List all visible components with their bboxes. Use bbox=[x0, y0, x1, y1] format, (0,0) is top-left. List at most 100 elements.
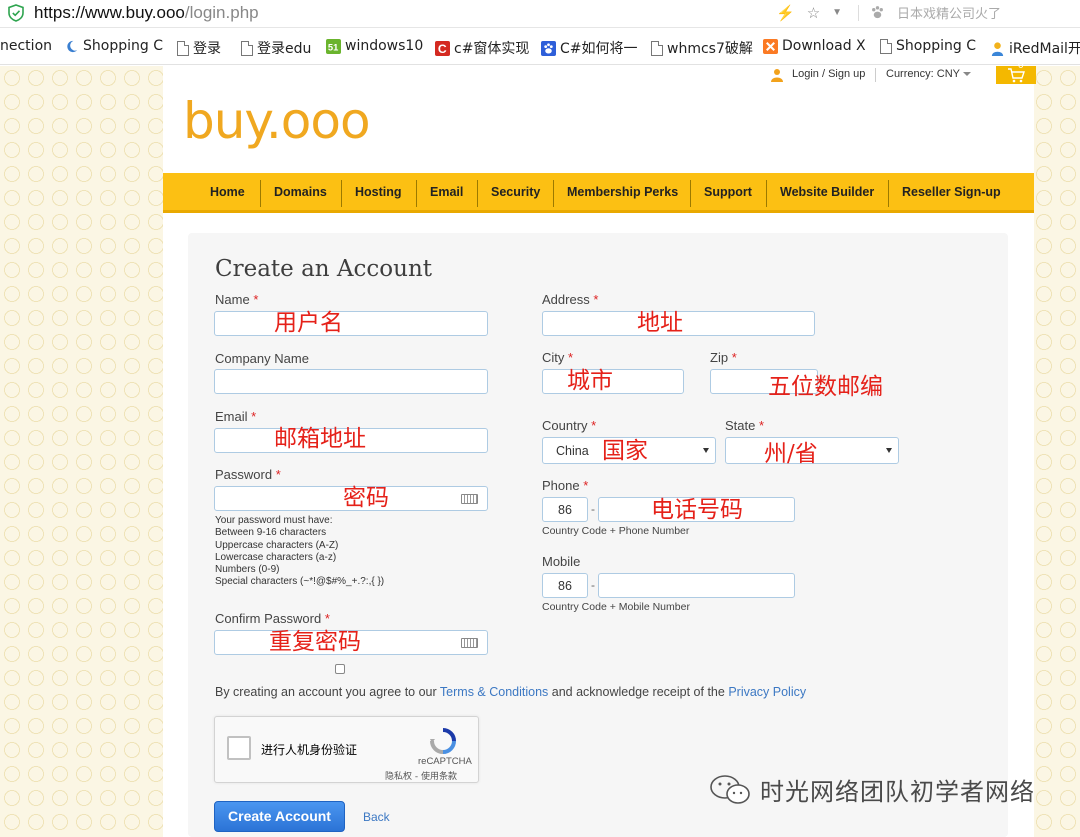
secure-shield-icon bbox=[8, 4, 24, 22]
main-nav: Home Domains Hosting Email Security Memb… bbox=[163, 173, 1034, 213]
nav-divider bbox=[888, 180, 889, 207]
svg-text:51: 51 bbox=[328, 42, 338, 52]
bookmark-label: C#如何将一 bbox=[560, 41, 638, 57]
bookmark-item[interactable]: 登录 bbox=[177, 38, 221, 58]
password-rule: Uppercase characters (A-Z) bbox=[215, 539, 339, 551]
site-logo[interactable]: buy.ooo bbox=[183, 94, 371, 148]
mobile-number-field[interactable] bbox=[598, 573, 795, 598]
keyboard-icon[interactable] bbox=[461, 494, 478, 504]
bookmark-item[interactable]: Shopping C bbox=[880, 38, 976, 54]
company-field[interactable] bbox=[214, 369, 488, 394]
lightning-icon[interactable]: ⚡ bbox=[776, 4, 795, 22]
bookmark-item[interactable]: nection bbox=[0, 38, 52, 54]
bookmark-item[interactable]: 51 windows10 bbox=[326, 38, 423, 54]
page-icon bbox=[177, 40, 189, 56]
url-text[interactable]: https://www.buy.ooo/login.php bbox=[34, 3, 259, 23]
name-field[interactable] bbox=[214, 311, 488, 336]
bookmark-item[interactable]: 登录edu bbox=[241, 38, 311, 58]
privacy-policy-link[interactable]: Privacy Policy bbox=[728, 685, 806, 699]
nav-item-home[interactable]: Home bbox=[210, 185, 245, 199]
nav-item-email[interactable]: Email bbox=[430, 185, 463, 199]
currency-label: Currency: bbox=[886, 68, 934, 80]
city-label: City * bbox=[542, 350, 574, 365]
person-icon bbox=[991, 41, 1004, 56]
address-bar[interactable]: https://www.buy.ooo/login.php ⚡ ☆ ▼ 日本戏精… bbox=[0, 0, 1080, 28]
bookmark-label: nection bbox=[0, 38, 53, 54]
annotation-zip: 五位数邮编 bbox=[768, 374, 883, 400]
nav-item-domains[interactable]: Domains bbox=[274, 185, 327, 199]
bookmark-label: Download X bbox=[782, 38, 866, 54]
annotation-address: 地址 bbox=[637, 310, 683, 336]
code-separator: - bbox=[591, 502, 595, 516]
cart-icon bbox=[1008, 68, 1025, 83]
url-path: /login.php bbox=[184, 3, 259, 22]
password-rules: Your password must have: Between 9-16 ch… bbox=[215, 515, 384, 589]
nav-divider bbox=[341, 180, 342, 207]
nav-item-support[interactable]: Support bbox=[704, 185, 752, 199]
bookmark-label: Shopping C bbox=[896, 38, 976, 54]
page-icon bbox=[880, 38, 892, 54]
recaptcha-brand: reCAPTCHA bbox=[418, 756, 472, 767]
bookmark-label: Shopping C bbox=[83, 38, 163, 54]
page-icon bbox=[241, 40, 253, 56]
create-account-button[interactable]: Create Account bbox=[214, 801, 345, 832]
terms-prefix: By creating an account you agree to our bbox=[215, 685, 437, 699]
chevron-down-icon bbox=[703, 448, 709, 453]
login-signup-link[interactable]: Login / Sign up bbox=[792, 68, 865, 80]
baidu-paw-icon bbox=[872, 6, 883, 19]
recaptcha-checkbox[interactable] bbox=[227, 736, 251, 760]
code-separator: - bbox=[591, 578, 595, 592]
bookmark-item[interactable]: Download X bbox=[763, 38, 866, 54]
cart-count: 0 bbox=[1018, 60, 1024, 71]
agree-checkbox[interactable] bbox=[335, 664, 345, 674]
star-icon[interactable]: ☆ bbox=[807, 4, 820, 22]
bookmark-item[interactable]: whmcs7破解 bbox=[651, 38, 753, 58]
phone-hint: Country Code + Phone Number bbox=[542, 525, 690, 537]
back-link[interactable]: Back bbox=[363, 810, 390, 824]
annotation-state: 州/省 bbox=[764, 441, 818, 467]
state-label: State * bbox=[725, 418, 765, 433]
annotation-password: 密码 bbox=[343, 485, 389, 511]
bookmark-item[interactable]: iRedMail开 bbox=[990, 38, 1080, 58]
bookmark-item[interactable]: C#如何将一 bbox=[541, 38, 638, 58]
keyboard-icon[interactable] bbox=[461, 638, 478, 648]
nav-divider bbox=[553, 180, 554, 207]
recaptcha-logo-icon bbox=[430, 728, 456, 754]
csdn-icon: C bbox=[435, 40, 450, 56]
chevron-down-icon[interactable]: ▼ bbox=[832, 4, 842, 22]
annotation-phone: 电话号码 bbox=[651, 497, 743, 523]
phone-code-value: 86 bbox=[558, 503, 572, 517]
bookmark-label: iRedMail开 bbox=[1009, 41, 1080, 57]
cart-button[interactable] bbox=[996, 66, 1036, 84]
nav-item-website-builder[interactable]: Website Builder bbox=[780, 185, 874, 199]
bookmark-label: c#窗体实现 bbox=[454, 41, 530, 57]
nav-divider bbox=[477, 180, 478, 207]
recaptcha-privacy-terms[interactable]: 隐私权 - 使用条款 bbox=[385, 769, 457, 782]
terms-link[interactable]: Terms & Conditions bbox=[440, 685, 548, 699]
annotation-country: 国家 bbox=[602, 438, 648, 464]
search-suggestion[interactable]: 日本戏精公司火了 bbox=[870, 3, 1001, 22]
nav-item-reseller-signup[interactable]: Reseller Sign-up bbox=[902, 185, 1001, 199]
password-rule: Lowercase characters (a-z) bbox=[215, 551, 337, 563]
annotation-confirm-password: 重复密码 bbox=[269, 629, 361, 655]
nav-item-hosting[interactable]: Hosting bbox=[355, 185, 402, 199]
fifty-one-cto-icon: 51 bbox=[326, 38, 341, 54]
country-label: Country * bbox=[542, 418, 597, 433]
user-icon bbox=[771, 69, 783, 82]
currency-value: CNY bbox=[936, 68, 960, 80]
password-label: Password * bbox=[215, 467, 281, 482]
bookmark-item[interactable]: C c#窗体实现 bbox=[435, 38, 529, 58]
confirm-password-label: Confirm Password * bbox=[215, 611, 330, 626]
nav-item-security[interactable]: Security bbox=[491, 185, 540, 199]
search-suggestion-text: 日本戏精公司火了 bbox=[897, 6, 1002, 21]
bookmark-item[interactable]: Shopping C bbox=[64, 38, 163, 54]
nav-item-membership-perks[interactable]: Membership Perks bbox=[567, 185, 678, 199]
watermark-text: 时光网络团队初学者网络 bbox=[760, 778, 1035, 806]
currency-select[interactable]: Currency: CNY bbox=[886, 68, 971, 80]
url-host: https://www.buy.ooo bbox=[34, 3, 185, 22]
password-rule: Special characters (~*!@$#%_+.?:,{ }) bbox=[215, 576, 385, 588]
password-rule: Between 9-16 characters bbox=[215, 527, 327, 539]
city-field[interactable] bbox=[542, 369, 684, 394]
crescent-icon bbox=[67, 40, 78, 52]
recaptcha-label: 进行人机身份验证 bbox=[261, 743, 358, 757]
